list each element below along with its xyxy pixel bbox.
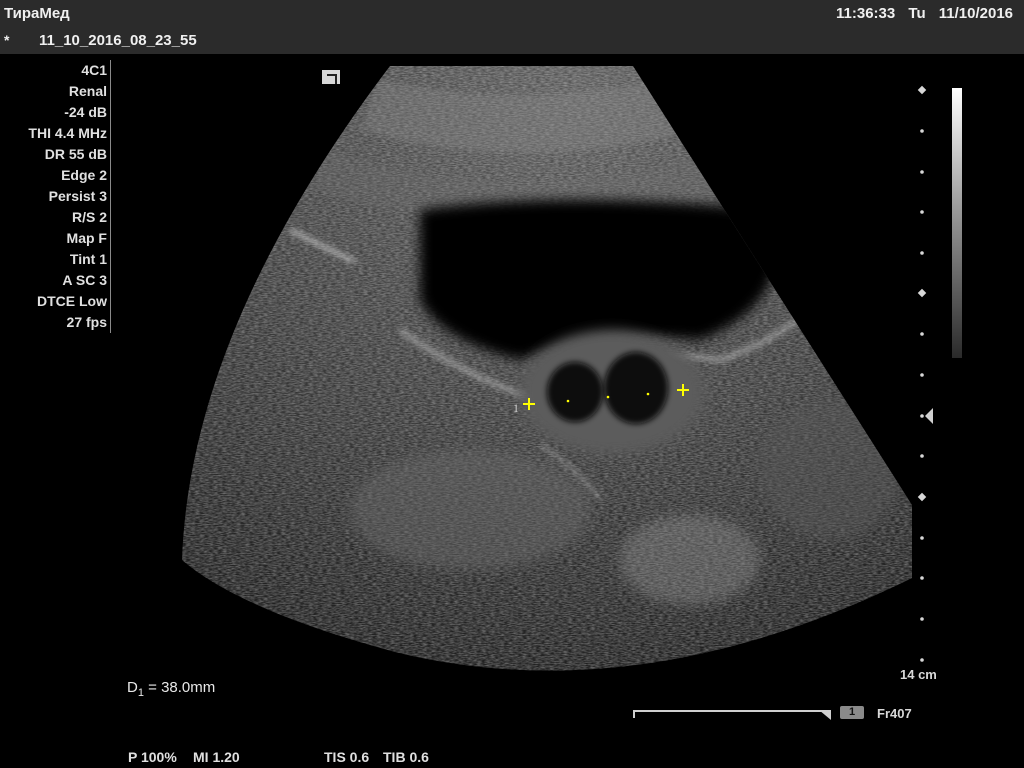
param-map: Map F xyxy=(66,230,107,246)
mechanical-index: MI 1.20 xyxy=(193,749,240,765)
param-preset: Renal xyxy=(68,83,107,99)
param-rejection: R/S 2 xyxy=(71,209,107,225)
scan-sector xyxy=(182,66,912,671)
param-gain: -24 dB xyxy=(64,104,107,120)
grayscale-bar xyxy=(952,88,962,358)
param-tint: Tint 1 xyxy=(69,251,107,267)
param-frequency: THI 4.4 MHz xyxy=(28,125,107,141)
measurement-result: D1 = 38.0mm xyxy=(127,679,215,699)
focus-marker-icon[interactable] xyxy=(925,408,933,424)
param-edge: Edge 2 xyxy=(61,167,107,183)
param-dynamic-range: DR 55 dB xyxy=(44,146,107,162)
orientation-marker-icon xyxy=(322,70,340,84)
acoustic-power: P 100% xyxy=(128,749,177,765)
ultrasound-image[interactable]: 1 xyxy=(0,0,1024,768)
caliper-label: 1 xyxy=(513,401,519,415)
param-dtce: DTCE Low xyxy=(37,293,107,309)
imaging-parameters-panel: 4C1 Renal -24 dB THI 4.4 MHz DR 55 dB Ed… xyxy=(0,60,111,333)
cine-loop-badge[interactable]: 1 xyxy=(840,706,864,719)
depth-label: 14 cm xyxy=(900,667,937,682)
caliper-dot xyxy=(566,399,570,403)
caliper-dot xyxy=(606,395,610,399)
caliper-dot xyxy=(646,392,650,396)
param-transducer: 4C1 xyxy=(81,62,107,78)
param-asc: A SC 3 xyxy=(62,272,107,288)
thermal-index-soft: TIS 0.6 xyxy=(324,749,370,765)
param-frame-rate: 27 fps xyxy=(66,314,107,330)
measurement-value: = 38.0mm xyxy=(143,679,216,696)
measurement-label: D xyxy=(127,679,138,696)
cine-slider[interactable] xyxy=(633,710,831,720)
param-persistence: Persist 3 xyxy=(48,188,107,204)
frame-number: Fr407 xyxy=(877,706,912,721)
depth-scale xyxy=(917,85,927,662)
thermal-index-bone: TIB 0.6 xyxy=(383,749,429,765)
